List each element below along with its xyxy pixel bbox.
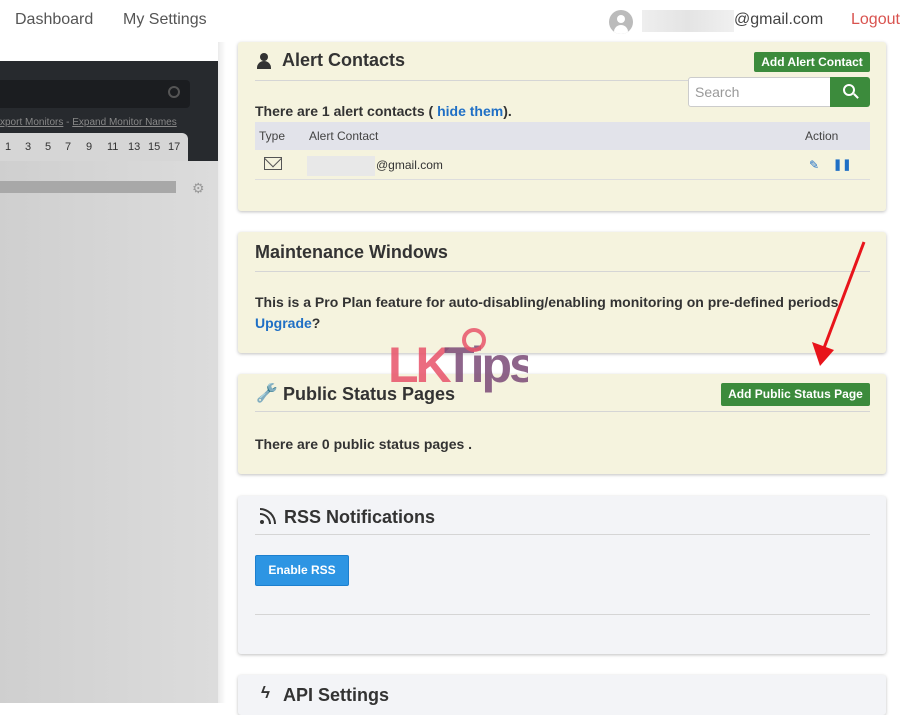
users-icon [255,51,277,69]
alert-contacts-card: Alert Contacts Add Alert Contact There a… [238,42,886,211]
page-link[interactable]: 11 [107,141,118,153]
maintenance-title: Maintenance Windows [255,242,448,262]
add-public-status-page-button[interactable]: Add Public Status Page [721,383,870,406]
rss-notifications-card: RSS Notifications Enable RSS [238,496,886,654]
contacts-search-input[interactable]: Search [688,77,831,107]
nav-dashboard[interactable]: Dashboard [15,11,93,29]
user-email-redacted [642,10,734,32]
rss-icon [260,508,276,524]
contacts-search-button[interactable] [830,77,870,107]
divider [255,614,870,615]
bolt-icon: ϟ [261,683,270,702]
page-link[interactable]: 15 [148,141,160,153]
public-status-count: There are 0 public status pages . [255,436,473,452]
page-link[interactable]: 3 [25,141,31,153]
divider [255,534,870,535]
nav-my-settings[interactable]: My Settings [123,11,207,29]
api-settings-card: ϟ API Settings [238,675,886,715]
page-link[interactable]: 7 [65,141,71,153]
wrench-icon: 🔧 [256,383,279,403]
user-avatar-icon[interactable] [609,10,633,34]
maintenance-windows-card: Maintenance Windows This is a Pro Plan f… [238,232,886,353]
monitor-list-area [0,161,218,703]
lktips-watermark-logo: LK Tips [388,328,528,393]
add-alert-contact-button[interactable]: Add Alert Contact [754,52,870,72]
maintenance-text: This is a Pro Plan feature for auto-disa… [255,294,839,310]
contact-name-redacted [307,156,375,176]
contacts-table-header: Type Alert Contact Action [255,122,870,150]
divider [255,271,870,272]
count-text: There are 1 alert contacts ( [255,103,434,119]
red-arrow-annotation [812,241,866,366]
alert-contacts-count: There are 1 alert contacts ( hide them). [255,103,512,119]
monitor-progress-bar [0,181,176,193]
page-link[interactable]: 1 [5,141,11,153]
enable-rss-button[interactable]: Enable RSS [255,555,349,586]
search-icon [168,86,180,98]
upgrade-end: ? [311,315,321,331]
pause-icon[interactable]: ❚❚ [833,158,851,171]
contact-email: @gmail.com [376,158,443,172]
watermark-tips: Tips [444,337,528,393]
upgrade-line: Upgrade? [255,315,320,331]
hide-contacts-link[interactable]: hide them [433,103,503,119]
monitor-links: xport Monitors - Expand Monitor Names [0,117,177,128]
upgrade-link[interactable]: Upgrade [255,315,312,331]
user-email[interactable]: @gmail.com [734,11,823,29]
logout-link[interactable]: Logout [851,11,900,29]
gear-icon[interactable]: ⚙ [192,180,205,197]
panel-shadow [218,42,226,703]
page-link[interactable]: 5 [45,141,51,153]
count-end: ). [503,103,512,119]
export-monitors-link[interactable]: xport Monitors [0,117,63,128]
monitor-search-input[interactable] [0,80,190,108]
col-type: Type [259,129,286,143]
table-row: @gmail.com ✎ ❚❚ [255,150,870,180]
watermark-lk: LK [388,337,452,393]
top-navbar: Dashboard My Settings @gmail.com Logout [0,0,914,42]
monitor-pager: 1 3 5 7 9 11 13 15 17 [0,133,188,161]
pencil-icon[interactable]: ✎ [809,158,819,172]
divider [255,411,870,412]
col-alert-contact: Alert Contact [309,129,379,143]
col-action: Action [805,129,839,143]
page-link[interactable]: 9 [86,141,92,153]
page-link[interactable]: 13 [128,141,140,153]
alert-contacts-title: Alert Contacts [282,50,406,70]
page-link[interactable]: 17 [168,141,180,153]
rss-title: RSS Notifications [284,507,436,527]
link-separator: - [63,117,73,128]
expand-monitor-names-link[interactable]: Expand Monitor Names [72,117,177,128]
envelope-icon [264,157,282,170]
public-status-pages-card: 🔧 Public Status Pages Add Public Status … [238,374,886,474]
